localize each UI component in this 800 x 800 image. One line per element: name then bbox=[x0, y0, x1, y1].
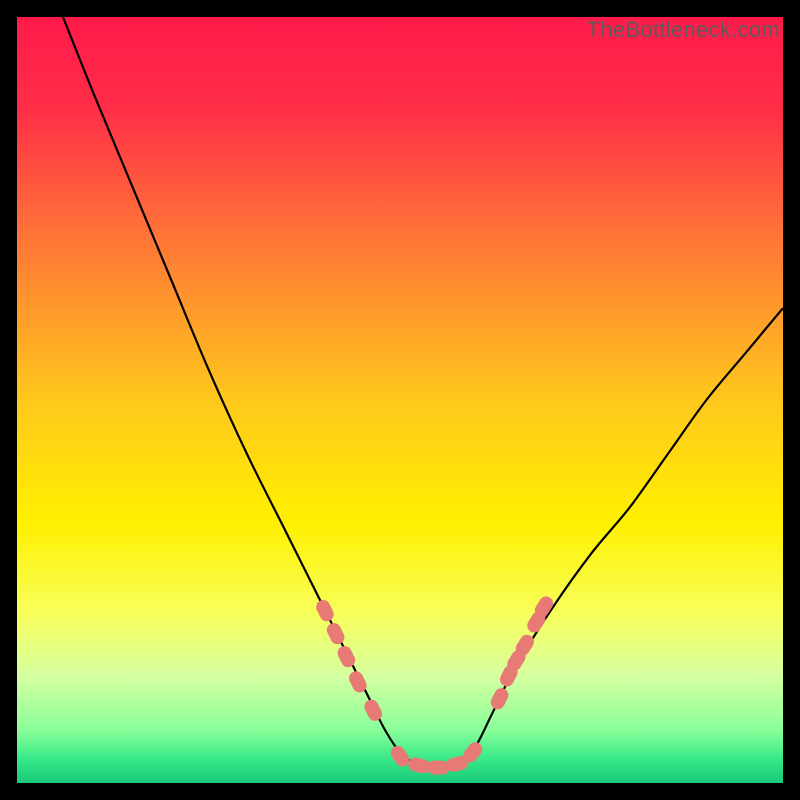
bottleneck-chart bbox=[17, 17, 783, 783]
watermark-text: TheBottleneck.com bbox=[587, 17, 780, 43]
gradient-background bbox=[17, 17, 783, 783]
plot-area bbox=[17, 17, 783, 783]
data-marker bbox=[427, 761, 449, 775]
chart-container: TheBottleneck.com bbox=[0, 0, 800, 800]
